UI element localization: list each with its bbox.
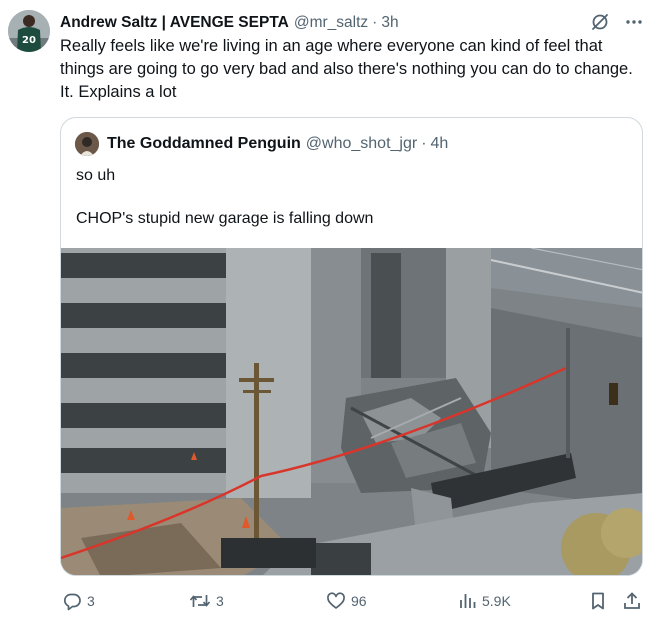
quote-author-avatar[interactable] bbox=[75, 132, 99, 156]
author-handle[interactable]: @mr_saltz bbox=[294, 14, 368, 32]
quote-author-display-name[interactable]: The Goddamned Penguin bbox=[107, 135, 301, 153]
quote-author-handle[interactable]: @who_shot_jgr bbox=[306, 135, 417, 153]
quote-header: The Goddamned Penguin @who_shot_jgr · 4h bbox=[75, 132, 448, 156]
reply-button[interactable]: 3 bbox=[62, 588, 95, 614]
quote-time[interactable]: 4h bbox=[431, 135, 449, 153]
like-count: 96 bbox=[351, 593, 367, 609]
retweet-icon bbox=[189, 591, 211, 611]
separator-dot: · bbox=[372, 14, 378, 31]
more-icon[interactable] bbox=[624, 12, 644, 32]
share-icon bbox=[622, 591, 642, 611]
like-icon bbox=[326, 591, 346, 611]
share-button[interactable] bbox=[622, 588, 642, 614]
separator-dot: · bbox=[421, 135, 427, 152]
tweet-header: Andrew Saltz | AVENGE SEPTA @mr_saltz · … bbox=[60, 12, 649, 34]
author-avatar[interactable]: 20 bbox=[8, 10, 50, 52]
retweet-count: 3 bbox=[216, 593, 224, 609]
quoted-tweet[interactable]: The Goddamned Penguin @who_shot_jgr · 4h… bbox=[60, 117, 643, 576]
grok-icon[interactable] bbox=[590, 12, 610, 32]
quote-text-line-2: CHOP's stupid new garage is falling down bbox=[76, 210, 374, 227]
tweet-text: Really feels like we're living in an age… bbox=[60, 37, 633, 101]
views-icon bbox=[457, 591, 477, 611]
views-button[interactable]: 5.9K bbox=[457, 588, 511, 614]
quote-media-photo[interactable] bbox=[61, 248, 642, 575]
author-display-name[interactable]: Andrew Saltz | AVENGE SEPTA bbox=[60, 14, 289, 32]
action-bar: 3 3 96 5.9K bbox=[0, 588, 659, 614]
svg-text:20: 20 bbox=[22, 35, 36, 46]
tweet: 20 Andrew Saltz | AVENGE SEPTA @mr_saltz… bbox=[0, 0, 659, 619]
retweet-button[interactable]: 3 bbox=[189, 588, 224, 614]
bookmark-button[interactable] bbox=[588, 588, 608, 614]
like-button[interactable]: 96 bbox=[326, 588, 367, 614]
reply-icon bbox=[62, 591, 82, 611]
bookmark-icon bbox=[588, 591, 608, 611]
views-count: 5.9K bbox=[482, 593, 511, 609]
tweet-time[interactable]: 3h bbox=[381, 14, 398, 32]
quote-text-line-1: so uh bbox=[76, 167, 116, 184]
reply-count: 3 bbox=[87, 593, 95, 609]
header-icons bbox=[590, 12, 644, 32]
